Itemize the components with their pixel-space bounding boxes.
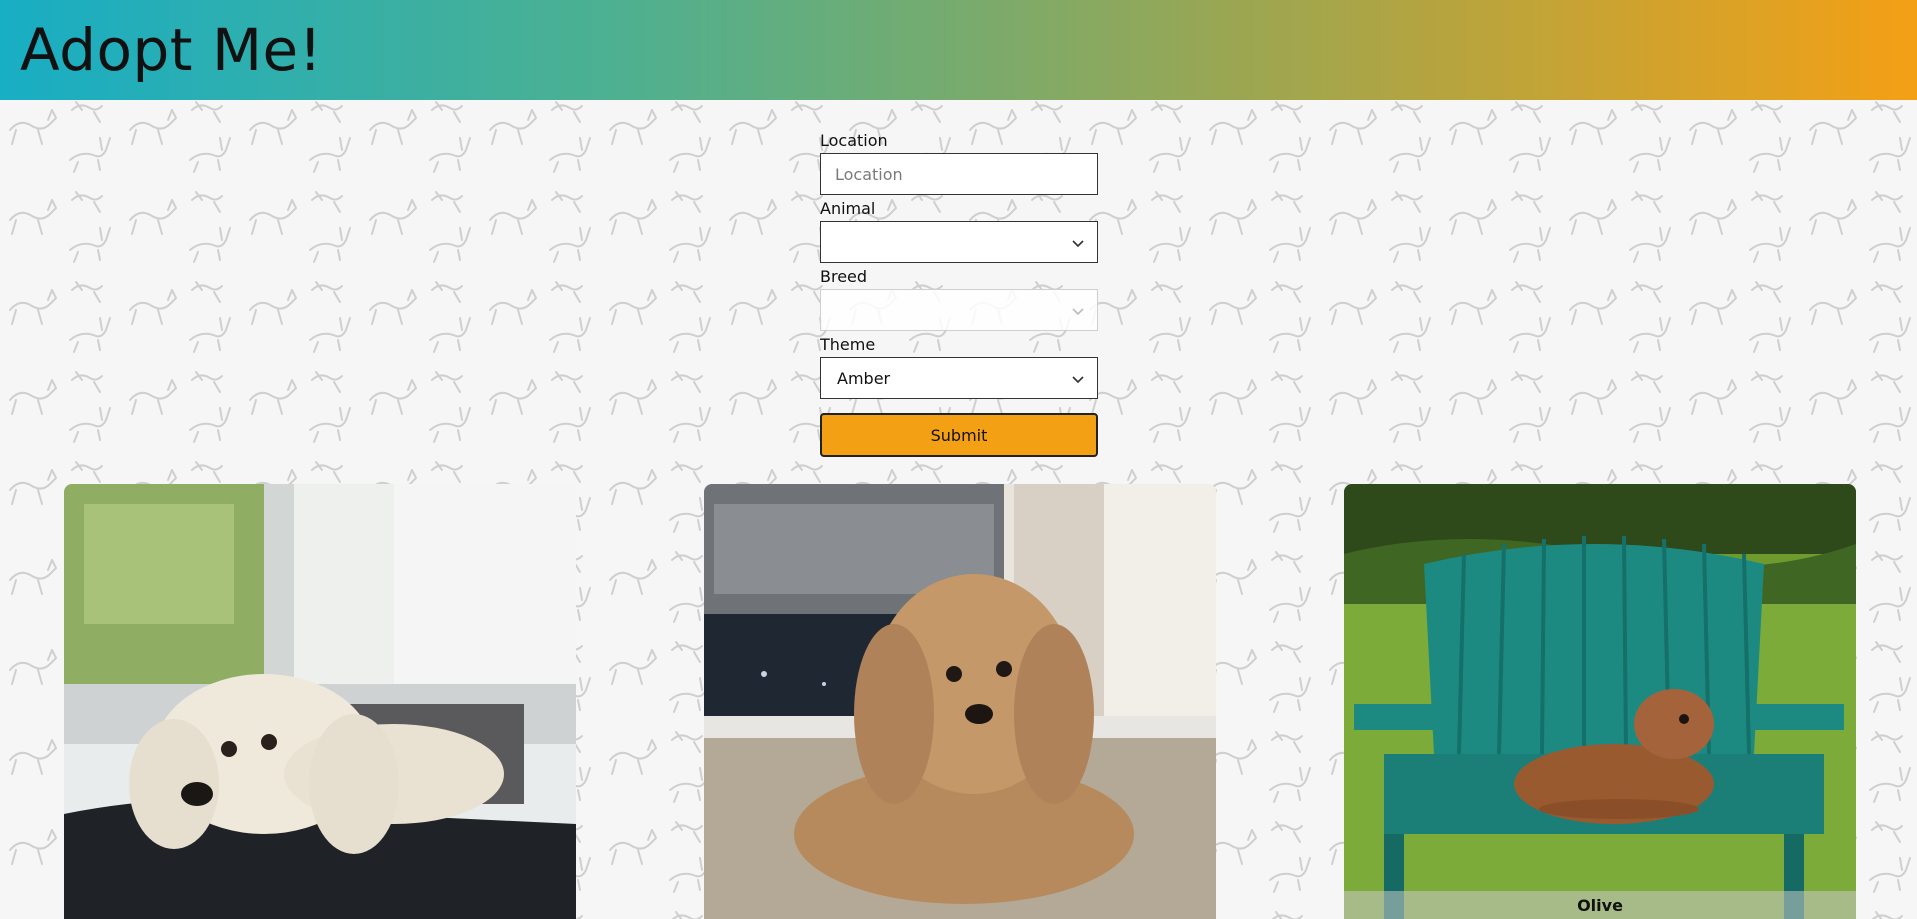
- pet-card[interactable]: [704, 484, 1216, 919]
- location-input[interactable]: [833, 163, 1097, 185]
- search-form: Location Animal Breed Theme Amber Submit: [820, 131, 1100, 457]
- brand-logo-link[interactable]: Adopt Me!: [20, 10, 322, 90]
- pet-photo: [1344, 484, 1856, 919]
- location-label: Location: [820, 131, 888, 150]
- theme-select[interactable]: Amber: [820, 357, 1098, 399]
- breed-label: Breed: [820, 267, 868, 286]
- pet-photo: [64, 484, 576, 919]
- animal-select[interactable]: [820, 221, 1098, 263]
- pet-photo: [704, 484, 1216, 919]
- breed-select[interactable]: [820, 289, 1098, 331]
- submit-button[interactable]: Submit: [820, 413, 1098, 457]
- animal-label: Animal: [820, 199, 876, 218]
- theme-label: Theme: [820, 335, 876, 354]
- chevron-down-icon: [1072, 308, 1084, 316]
- pet-card[interactable]: Olive: [1344, 484, 1856, 919]
- theme-select-value: Amber: [837, 368, 891, 388]
- chevron-down-icon: [1072, 240, 1084, 248]
- location-field[interactable]: [820, 153, 1098, 195]
- pet-card[interactable]: [64, 484, 576, 919]
- site-header: Adopt Me!: [0, 0, 1917, 100]
- pet-name: Olive: [1344, 891, 1856, 919]
- chevron-down-icon: [1072, 376, 1084, 384]
